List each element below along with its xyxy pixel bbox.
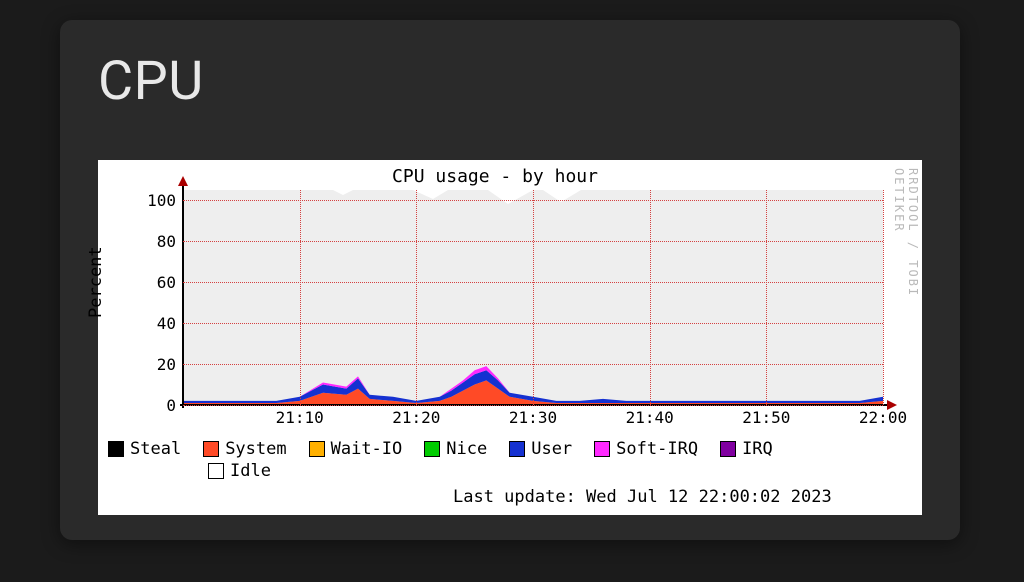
y-tick-label: 80 <box>98 232 176 251</box>
y-axis-arrowhead-icon <box>178 176 188 186</box>
x-gridline <box>766 190 767 405</box>
x-tick-label: 21:10 <box>276 408 324 427</box>
legend-label: Wait-IO <box>331 438 403 460</box>
legend-label: Steal <box>130 438 181 460</box>
legend-swatch-icon <box>309 441 325 457</box>
legend-item-irq: IRQ <box>720 438 773 460</box>
legend-item-nice: Nice <box>424 438 487 460</box>
x-gridline <box>300 190 301 405</box>
legend-swatch-icon <box>203 441 219 457</box>
legend-item-soft-irq: Soft-IRQ <box>594 438 698 460</box>
legend-item-user: User <box>509 438 572 460</box>
x-gridline <box>883 190 884 405</box>
chart-title: CPU usage - by hour <box>98 166 892 187</box>
cpu-card: CPU CPU usage - by hour Percent RRDTOOL … <box>60 20 960 540</box>
y-tick-label: 0 <box>98 396 176 415</box>
legend-label: Nice <box>446 438 487 460</box>
legend-swatch-icon <box>424 441 440 457</box>
y-tick-label: 60 <box>98 273 176 292</box>
legend-item-steal: Steal <box>108 438 181 460</box>
idle-area <box>333 190 581 204</box>
legend-row-2: Idle <box>108 460 892 482</box>
chart-legend: Steal System Wait-IO Nice User Soft-IRQ IRQ Id… <box>108 438 892 508</box>
last-update-text: Last update: Wed Jul 12 22:00:02 2023 <box>108 486 892 508</box>
y-tick-label: 40 <box>98 314 176 333</box>
plot-area <box>183 190 883 405</box>
legend-label: Soft-IRQ <box>616 438 698 460</box>
x-gridline <box>533 190 534 405</box>
x-tick-label: 21:30 <box>509 408 557 427</box>
y-tick-label: 20 <box>98 355 176 374</box>
legend-swatch-icon <box>594 441 610 457</box>
legend-swatch-icon <box>509 441 525 457</box>
rrdtool-watermark: RRDTOOL / TOBI OETIKER <box>900 168 920 368</box>
x-tick-label: 21:50 <box>742 408 790 427</box>
legend-swatch-icon <box>720 441 736 457</box>
cpu-chart-image: CPU usage - by hour Percent RRDTOOL / TO… <box>98 160 922 515</box>
x-gridline <box>650 190 651 405</box>
legend-swatch-icon <box>108 441 124 457</box>
legend-label: User <box>531 438 572 460</box>
legend-label: IRQ <box>742 438 773 460</box>
legend-item-idle: Idle <box>208 460 271 482</box>
y-tick-label: 100 <box>98 191 176 210</box>
legend-row-1: Steal System Wait-IO Nice User Soft-IRQ IRQ <box>108 438 892 460</box>
legend-label: Idle <box>230 460 271 482</box>
y-gridline <box>183 405 883 406</box>
x-tick-label: 21:40 <box>626 408 674 427</box>
legend-swatch-icon <box>208 463 224 479</box>
x-tick-label: 21:20 <box>392 408 440 427</box>
legend-item-system: System <box>203 438 286 460</box>
card-title: CPU <box>60 20 960 113</box>
x-tick-label: 22:00 <box>859 408 907 427</box>
x-gridline <box>416 190 417 405</box>
legend-label: System <box>225 438 286 460</box>
legend-item-wait-io: Wait-IO <box>309 438 403 460</box>
y-axis-line <box>182 180 184 408</box>
